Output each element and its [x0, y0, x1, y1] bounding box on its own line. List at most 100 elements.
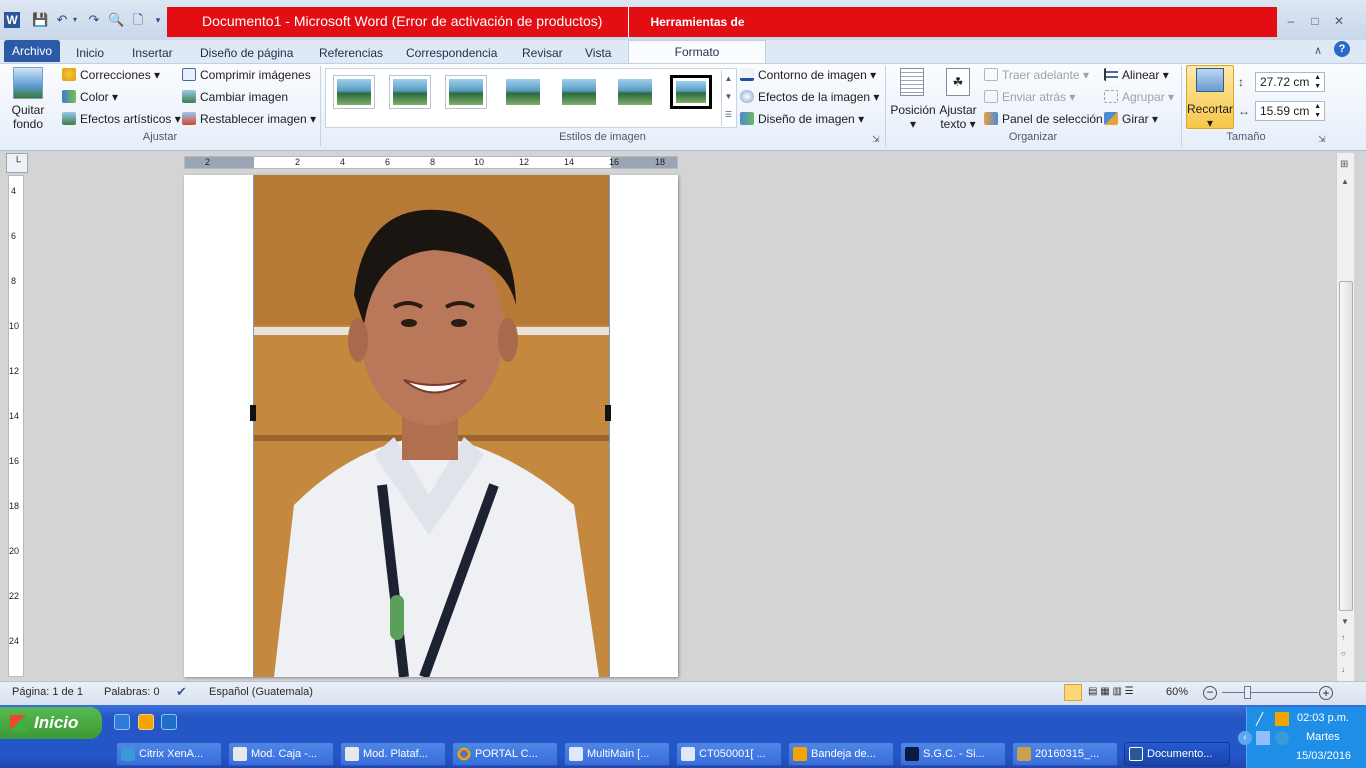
taskbar-item-multimain[interactable]: MultiMain [... — [564, 742, 670, 766]
picture-style-5[interactable] — [558, 75, 600, 109]
align-button[interactable]: Alinear ▾ — [1104, 66, 1169, 84]
clock-date[interactable]: 15/03/2016 — [1296, 750, 1351, 762]
picture-layout-button[interactable]: Diseño de imagen ▾ — [740, 110, 864, 128]
new-document-icon[interactable]: 🗋 — [130, 12, 146, 28]
minimize-icon[interactable]: – — [1281, 13, 1301, 29]
redo-icon[interactable]: ↷ — [86, 12, 102, 28]
maximize-icon[interactable]: □ — [1305, 13, 1325, 29]
vertical-ruler[interactable]: 4 6 8 10 12 14 16 18 20 22 24 — [8, 175, 24, 677]
language-indicator[interactable]: Español (Guatemala) — [209, 686, 313, 698]
scroll-down-icon[interactable]: ▼ — [1341, 617, 1349, 626]
scroll-up-icon[interactable]: ▲ — [1341, 177, 1349, 186]
picture-style-2[interactable] — [389, 75, 431, 109]
resize-handle-right[interactable] — [605, 405, 611, 421]
taskbar-item-portal[interactable]: PORTAL C... — [452, 742, 558, 766]
tab-formato[interactable]: Formato — [628, 40, 766, 64]
tab-revisar[interactable]: Revisar — [522, 43, 563, 63]
group-button[interactable]: Agrupar ▾ — [1104, 88, 1174, 106]
tab-insertar[interactable]: Insertar — [132, 43, 173, 63]
send-backward-button[interactable]: Enviar atrás ▾ — [984, 88, 1075, 106]
ribbon-collapse-icon[interactable]: ∧ — [1314, 44, 1322, 57]
vertical-scrollbar[interactable]: ⊞ ▲ ▼ ↑ ○ ↓ — [1336, 153, 1354, 681]
browse-object-icon[interactable]: ○ — [1341, 649, 1346, 658]
position-button[interactable]: Posición ▾ — [888, 103, 938, 131]
clock-time[interactable]: 02:03 p.m. — [1297, 712, 1349, 724]
dialog-launcher-icon[interactable]: ⇲ — [872, 134, 880, 145]
picture-style-1[interactable] — [333, 75, 375, 109]
help-icon[interactable]: ? — [1334, 41, 1350, 57]
split-icon[interactable]: ⊞ — [1340, 159, 1348, 170]
zoom-out-icon[interactable]: − — [1203, 686, 1217, 700]
scrollbar-thumb[interactable] — [1339, 281, 1353, 611]
zoom-level[interactable]: 60% — [1166, 686, 1188, 698]
tab-archivo[interactable]: Archivo — [4, 40, 60, 62]
word-count[interactable]: Palabras: 0 — [104, 686, 160, 698]
corrections-button[interactable]: Correcciones ▾ — [62, 66, 160, 84]
width-input[interactable]: 15.59 cm ▲ ▼ — [1255, 101, 1325, 121]
ie-tray-icon[interactable] — [1275, 731, 1289, 745]
picture-style-7[interactable] — [670, 75, 712, 109]
size-dialog-launcher-icon[interactable]: ⇲ — [1318, 134, 1326, 145]
taskbar-item-20160315[interactable]: 20160315_... — [1012, 742, 1118, 766]
next-page-icon[interactable]: ↓ — [1341, 665, 1345, 674]
horizontal-ruler[interactable]: 2 2 4 6 8 10 12 14 16 18 — [184, 156, 678, 169]
save-icon[interactable]: 💾 — [32, 12, 48, 28]
zoom-slider-thumb[interactable] — [1244, 686, 1251, 699]
ie-alt-quicklaunch-icon[interactable] — [161, 714, 177, 730]
view-buttons[interactable]: ▤ ▦ ▥ ☰ — [1088, 686, 1134, 697]
artistic-effects-button[interactable]: Efectos artísticos ▾ — [62, 110, 181, 128]
start-button[interactable]: Inicio — [0, 707, 102, 739]
pen-tray-icon[interactable]: ╱ — [1256, 712, 1263, 726]
picture-style-3[interactable] — [445, 75, 487, 109]
page-count[interactable]: Página: 1 de 1 — [12, 686, 83, 698]
taskbar-item-ct050001[interactable]: CT050001[ ... — [676, 742, 782, 766]
print-layout-view-icon[interactable] — [1064, 684, 1082, 701]
taskbar-item-sgc[interactable]: S.G.C. - Si... — [900, 742, 1006, 766]
tab-selector[interactable]: └ — [6, 153, 28, 173]
close-icon[interactable]: ✕ — [1329, 13, 1349, 29]
undo-dropdown-icon[interactable]: ▾ — [70, 12, 80, 28]
bring-forward-button[interactable]: Traer adelante ▾ — [984, 66, 1089, 84]
color-button[interactable]: Color ▾ — [62, 88, 118, 106]
tab-vista[interactable]: Vista — [585, 43, 611, 63]
height-input[interactable]: 27.72 cm ▲ ▼ — [1255, 72, 1325, 92]
customize-qat-icon[interactable]: ▾ — [150, 12, 166, 28]
taskbar-item-citrix[interactable]: Citrix XenA... — [116, 742, 222, 766]
outlook-tray-icon[interactable] — [1275, 712, 1289, 726]
tab-diseno-pagina[interactable]: Diseño de página — [200, 43, 293, 63]
width-spinner-icon[interactable]: ▲ ▼ — [1314, 102, 1321, 120]
ie-quicklaunch-icon[interactable] — [114, 714, 130, 730]
taskbar-item-documento[interactable]: Documento... — [1124, 742, 1230, 766]
rotate-button[interactable]: Girar ▾ — [1104, 110, 1158, 128]
wrap-text-button[interactable]: Ajustar texto ▾ — [936, 103, 980, 131]
picture-style-4[interactable] — [502, 75, 544, 109]
taskbar-item-mod-caja[interactable]: Mod. Caja -... — [228, 742, 334, 766]
change-picture-button[interactable]: Cambiar imagen — [182, 88, 288, 106]
selection-pane-button[interactable]: Panel de selección — [984, 110, 1103, 128]
picture-border-button[interactable]: Contorno de imagen ▾ — [740, 66, 876, 84]
previous-page-icon[interactable]: ↑ — [1341, 633, 1345, 642]
remove-background-button[interactable]: Quitar fondo — [6, 103, 50, 131]
zoom-in-icon[interactable]: + — [1319, 686, 1333, 700]
reset-picture-button[interactable]: Restablecer imagen ▾ — [182, 110, 316, 128]
word-logo-icon[interactable]: W — [4, 12, 20, 28]
network-tray-icon[interactable] — [1256, 731, 1270, 745]
resize-handle-left[interactable] — [250, 405, 256, 421]
height-spinner-icon[interactable]: ▲ ▼ — [1314, 73, 1321, 91]
zoom-slider[interactable] — [1222, 692, 1318, 693]
outlook-quicklaunch-icon[interactable] — [138, 714, 154, 730]
tab-correspondencia[interactable]: Correspondencia — [406, 43, 497, 63]
proofing-icon[interactable]: ✔ — [176, 684, 187, 700]
tab-inicio[interactable]: Inicio — [76, 43, 104, 63]
gallery-scroll[interactable]: ▲ ▼ ☰ — [721, 70, 735, 126]
print-preview-icon[interactable]: 🔍 — [108, 12, 124, 28]
show-hidden-icons-icon[interactable]: ‹ — [1238, 731, 1252, 745]
taskbar-item-mod-plataf[interactable]: Mod. Plataf... — [340, 742, 446, 766]
picture-effects-button[interactable]: Efectos de la imagen ▾ — [740, 88, 879, 106]
taskbar-item-bandeja[interactable]: Bandeja de... — [788, 742, 894, 766]
compress-pictures-button[interactable]: Comprimir imágenes — [182, 66, 311, 84]
selected-picture[interactable] — [253, 175, 610, 677]
clock-day[interactable]: Martes — [1306, 731, 1340, 743]
undo-icon[interactable]: ↶ — [54, 12, 70, 28]
picture-style-6[interactable] — [614, 75, 656, 109]
